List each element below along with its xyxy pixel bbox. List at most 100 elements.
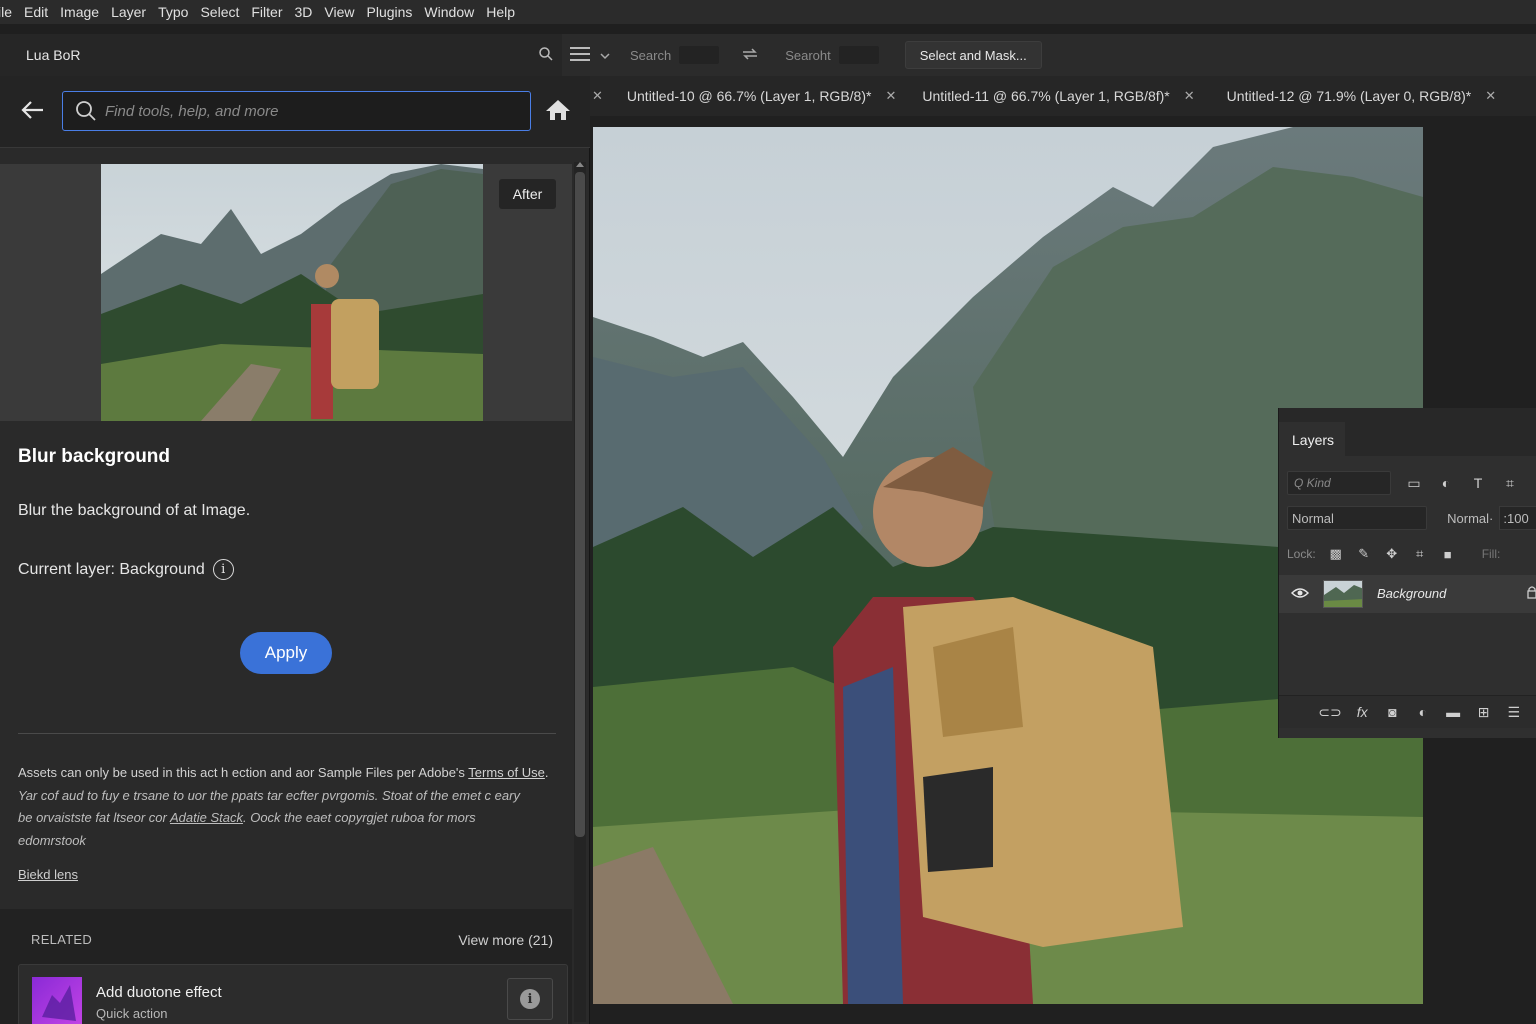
discover-search-input[interactable] xyxy=(105,102,505,120)
lock-icon[interactable]: ■ xyxy=(1440,546,1456,562)
menu-help[interactable]: Help xyxy=(480,4,521,20)
action-title: Blur background xyxy=(18,446,171,467)
related-item-title: Add duotone effect xyxy=(96,984,222,1001)
discover-search-row xyxy=(0,76,590,148)
lock-row: Lock: ▩ ✎ ✥ ⌗ ■ Fill: xyxy=(1287,542,1536,566)
menu-file[interactable]: ile xyxy=(0,4,18,20)
mask-icon[interactable]: ◙ xyxy=(1385,704,1399,720)
layers-header: Layers xyxy=(1279,408,1536,456)
legal-line-4: edomrstook xyxy=(18,832,86,848)
back-arrow-icon[interactable] xyxy=(20,98,46,127)
current-layer-row: Current layer: Background i xyxy=(18,559,234,580)
scrollbar-thumb[interactable] xyxy=(575,172,585,837)
menu-type[interactable]: Typo xyxy=(152,4,194,20)
tool-options: Search Searoht Select and Mask... xyxy=(566,34,1536,76)
layer-filter-row: Q Kind ▭ ◐ T ⌗ xyxy=(1287,470,1536,496)
menu-plugins[interactable]: Plugins xyxy=(361,4,419,20)
menu-filter[interactable]: Filter xyxy=(245,4,288,20)
tab-label: Untitled-12 @ 71.9% (Layer 0, RGB/8)* xyxy=(1226,88,1472,104)
discover-search-box[interactable] xyxy=(62,91,531,131)
apply-button[interactable]: Apply xyxy=(240,632,332,674)
menu-3d[interactable]: 3D xyxy=(289,4,319,20)
search-field-1[interactable] xyxy=(679,46,720,64)
after-badge[interactable]: After xyxy=(499,179,556,209)
info-icon: i xyxy=(520,989,540,1009)
menu-view[interactable]: View xyxy=(318,4,360,20)
blend-row: Normal Normal· :100 xyxy=(1287,506,1536,530)
search-label-1: Search xyxy=(630,47,672,63)
related-item-subtitle: Quick action xyxy=(96,1006,168,1021)
legal-line-1-text: Assets can only be used in this act h ec… xyxy=(18,765,469,780)
swap-icon[interactable] xyxy=(741,46,759,65)
legal-line-1-end: . xyxy=(544,765,549,780)
close-icon[interactable]: ✕ xyxy=(1485,88,1496,104)
chevron-down-icon[interactable] xyxy=(600,48,610,63)
lock-pixels-icon[interactable]: ▩ xyxy=(1328,546,1344,562)
panel-scrollbar[interactable] xyxy=(574,162,586,1022)
menu-select[interactable]: Select xyxy=(194,4,245,20)
adjustment-filter-icon[interactable]: ◐ xyxy=(1437,474,1455,492)
shape-filter-icon[interactable]: ⌗ xyxy=(1501,474,1519,492)
trash-icon[interactable]: ☰ xyxy=(1507,704,1521,721)
search-label-2: Searoht xyxy=(785,47,831,63)
layers-panel: Layers Q Kind ▭ ◐ T ⌗ Normal Normal· :10… xyxy=(1278,408,1536,738)
close-icon[interactable]: ✕ xyxy=(885,88,896,104)
close-icon[interactable]: ✕ xyxy=(592,88,603,104)
layer-row-background[interactable]: Background xyxy=(1279,575,1536,613)
layer-name[interactable]: Background xyxy=(1377,586,1446,601)
tab-untitled-11[interactable]: Untitled-11 @ 66.7% (Layer 1, RGB/8f)* ✕ xyxy=(906,88,1204,104)
type-filter-icon[interactable]: T xyxy=(1469,474,1487,492)
legal-line-3-text: be orvaistste fat ltseor cor xyxy=(18,810,170,825)
duotone-thumbnail xyxy=(32,977,82,1024)
menu-layer[interactable]: Layer xyxy=(105,4,152,20)
terms-of-use-link[interactable]: Terms of Use xyxy=(468,765,545,780)
adjustment-icon[interactable]: ◐ xyxy=(1416,704,1430,720)
artboard-icon[interactable]: ⌗ xyxy=(1412,546,1428,562)
legal-line-1: Assets can only be used in this act h ec… xyxy=(18,762,558,785)
menu-window[interactable]: Window xyxy=(418,4,480,20)
legal-line-2: Yar cof aud to fuy e trsane to uor the p… xyxy=(18,787,520,803)
tab-untitled-10[interactable]: Untitled-10 @ 66.7% (Layer 1, RGB/8)* ✕ xyxy=(603,88,906,104)
info-icon[interactable]: i xyxy=(212,559,234,580)
search-field-2[interactable] xyxy=(838,46,879,64)
scroll-up-icon[interactable] xyxy=(576,162,584,167)
tab-label: Untitled-10 @ 66.7% (Layer 1, RGB/8)* xyxy=(626,88,872,104)
menu-edit[interactable]: Edit xyxy=(18,4,54,20)
folder-icon[interactable]: ▬ xyxy=(1446,704,1460,720)
close-icon[interactable]: ✕ xyxy=(1184,88,1195,104)
link-icon[interactable]: ⊂⊃ xyxy=(1318,704,1341,721)
preview-image xyxy=(101,164,483,421)
select-and-mask-button[interactable]: Select and Mask... xyxy=(904,41,1042,69)
panel-header: Lua BoR xyxy=(0,34,562,76)
menu-icon[interactable] xyxy=(570,46,592,65)
fx-icon[interactable]: fx xyxy=(1355,704,1369,720)
related-item-card[interactable]: Add duotone effect Quick action i xyxy=(18,964,568,1024)
lock-label: Lock: xyxy=(1287,547,1316,561)
action-description: Blur the background of at Image. xyxy=(18,502,251,519)
search-icon[interactable] xyxy=(538,46,554,67)
related-header: RELATED xyxy=(31,932,93,947)
image-filter-icon[interactable]: ▭ xyxy=(1405,474,1423,492)
preview-area: After xyxy=(0,164,572,421)
blend-mode-select[interactable]: Normal xyxy=(1287,506,1428,530)
home-icon[interactable] xyxy=(545,98,571,127)
adobe-stock-link[interactable]: Adatie Stack xyxy=(170,810,243,825)
eye-icon[interactable] xyxy=(1290,586,1310,605)
view-more-link[interactable]: View more (21) xyxy=(458,932,553,948)
legal-text: Assets can only be used in this act h ec… xyxy=(18,762,558,852)
menu-image[interactable]: Image xyxy=(54,4,105,20)
lock-icon xyxy=(1527,585,1536,604)
move-icon[interactable]: ✥ xyxy=(1384,546,1400,562)
tab-label: Untitled-11 @ 66.7% (Layer 1, RGB/8f)* xyxy=(922,88,1170,104)
related-item-info-button[interactable]: i xyxy=(507,978,553,1020)
tab-layers[interactable]: Layers xyxy=(1279,422,1345,456)
tab-untitled-12[interactable]: Untitled-12 @ 71.9% (Layer 0, RGB/8)* ✕ xyxy=(1205,88,1506,104)
opacity-input[interactable]: :100 xyxy=(1499,506,1536,530)
kind-filter-select[interactable]: Q Kind xyxy=(1287,471,1391,495)
new-layer-icon[interactable]: ⊞ xyxy=(1476,704,1490,721)
brush-icon[interactable]: ✎ xyxy=(1356,546,1372,562)
discover-panel: After Blur background Blur the backgroun… xyxy=(0,76,590,1024)
layer-thumbnail xyxy=(1323,580,1363,608)
panel-header-label: Lua BoR xyxy=(26,47,81,63)
learn-more-link[interactable]: Biekd lens xyxy=(18,867,78,882)
